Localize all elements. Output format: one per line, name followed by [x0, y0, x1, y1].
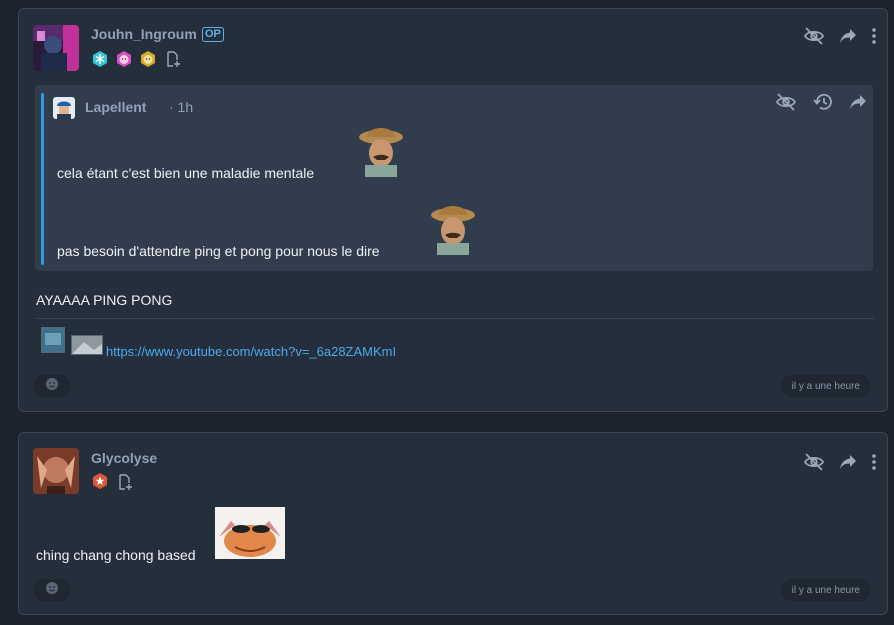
- avatar[interactable]: [33, 25, 79, 71]
- youtube-link[interactable]: https://www.youtube.com/watch?v=_6a28ZAM…: [106, 344, 396, 359]
- eye-off-icon[interactable]: [775, 93, 797, 116]
- sticker-image: [215, 507, 285, 564]
- thumbnail-image: [71, 335, 103, 355]
- quote-username[interactable]: Lapellent: [85, 99, 146, 115]
- sticker-image: [427, 201, 479, 260]
- post-card: Glycolyse ching chang chong based il y a…: [18, 432, 888, 615]
- more-icon[interactable]: [871, 453, 877, 471]
- thumbnail-image: [41, 327, 65, 353]
- file-add-icon[interactable]: [164, 50, 182, 68]
- quote-line: pas besoin d'attendre ping et pong pour …: [57, 243, 380, 259]
- quoted-message: Lapellent · 1h cela étant c'est bien une…: [35, 85, 873, 271]
- quote-time: · 1h: [169, 99, 194, 115]
- more-icon[interactable]: [871, 27, 877, 45]
- post-text: AYAAAA PING PONG: [36, 292, 173, 308]
- star-badge: [91, 472, 109, 490]
- timestamp: il y a une heure: [780, 579, 871, 601]
- file-add-icon[interactable]: [116, 473, 134, 491]
- username[interactable]: Glycolyse: [91, 450, 157, 466]
- op-badge: OP: [202, 27, 224, 42]
- react-button[interactable]: [33, 375, 71, 397]
- gold-face-badge: [139, 50, 157, 68]
- react-button[interactable]: [33, 579, 71, 601]
- pink-face-badge: [115, 50, 133, 68]
- avatar[interactable]: [33, 448, 79, 494]
- emoji-react-icon: [45, 581, 59, 600]
- share-icon[interactable]: [839, 454, 857, 470]
- username[interactable]: Jouhn_Ingroum: [91, 26, 197, 42]
- eye-off-icon[interactable]: [803, 453, 825, 471]
- share-icon[interactable]: [849, 94, 867, 115]
- post-text: ching chang chong based: [36, 547, 196, 563]
- emoji-react-icon: [45, 377, 59, 396]
- quote-line: cela étant c'est bien une maladie mental…: [57, 165, 315, 181]
- post-actions: [803, 453, 877, 471]
- history-icon[interactable]: [813, 93, 833, 116]
- avatar[interactable]: [53, 97, 75, 119]
- timestamp: il y a une heure: [780, 375, 871, 397]
- eye-off-icon[interactable]: [803, 27, 825, 45]
- quote-actions: [775, 93, 867, 116]
- snowflake-badge: [91, 50, 109, 68]
- post-card: Jouhn_Ingroum OP Lapellent · 1h cela éta…: [18, 8, 888, 412]
- post-actions: [803, 27, 877, 45]
- share-icon[interactable]: [839, 28, 857, 44]
- sticker-image: [355, 123, 407, 182]
- quote-bar: [41, 93, 44, 265]
- divider: [36, 318, 874, 319]
